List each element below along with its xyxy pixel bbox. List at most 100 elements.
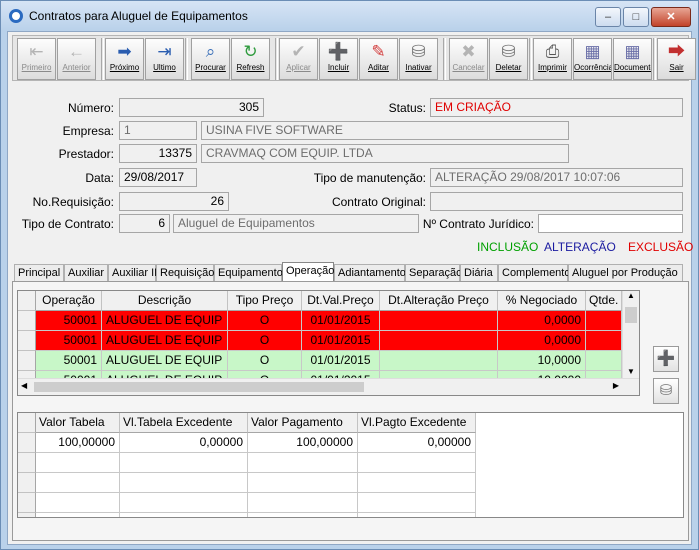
deactivate-button[interactable]: ⛁ Inativar xyxy=(399,38,438,80)
contrato-original-field[interactable] xyxy=(430,192,683,211)
print-button[interactable]: ⎙ Imprimir xyxy=(533,38,572,80)
row-indicator[interactable] xyxy=(18,513,36,517)
grid-cell[interactable] xyxy=(586,331,622,351)
scroll-down-icon[interactable]: ▼ xyxy=(623,367,639,376)
grid-header[interactable]: Valor Tabela xyxy=(36,413,120,433)
tab-aluguel-por-produ-o[interactable]: Aluguel por Produção xyxy=(568,264,683,281)
maximize-button[interactable]: □ xyxy=(623,7,649,27)
grid-cell[interactable] xyxy=(358,513,476,517)
tab-auxiliar-ii[interactable]: Auxiliar II xyxy=(108,264,157,281)
scroll-thumb[interactable] xyxy=(34,382,364,392)
grid-cell[interactable] xyxy=(248,493,358,513)
row-indicator[interactable] xyxy=(18,433,36,453)
tab-adiantamento[interactable]: Adiantamento xyxy=(334,264,406,281)
tab-auxiliar-i[interactable]: Auxiliar I xyxy=(64,264,110,281)
grid-cell[interactable]: 0,0000 xyxy=(498,311,586,331)
tab-separa-o[interactable]: Separação xyxy=(405,264,462,281)
grid-cell[interactable]: 0,0000 xyxy=(498,331,586,351)
data-field[interactable]: 29/08/2017 xyxy=(119,168,197,187)
grid-cell[interactable] xyxy=(120,473,248,493)
tab-requisi-o[interactable]: Requisição xyxy=(156,264,214,281)
tab-opera-o[interactable]: Operação xyxy=(282,262,334,282)
grid-cell[interactable] xyxy=(586,351,622,371)
scroll-up-icon[interactable]: ▲ xyxy=(623,291,639,305)
grid-cell[interactable]: O xyxy=(228,351,302,371)
tab-principal[interactable]: Principal xyxy=(14,264,64,281)
grid-cell[interactable]: 01/01/2015 xyxy=(302,351,380,371)
grid-cell[interactable]: 50001 xyxy=(36,311,102,331)
grid-cell[interactable] xyxy=(380,331,498,351)
row-indicator[interactable] xyxy=(18,311,36,331)
grid-cell[interactable] xyxy=(380,351,498,371)
delete-button[interactable]: ⛁ Deletar xyxy=(489,38,528,80)
horizontal-scrollbar[interactable]: ◀ ▶ xyxy=(18,378,639,395)
tab-di-ria[interactable]: Diária xyxy=(460,264,498,281)
grid-cell[interactable]: ALUGUEL DE EQUIP xyxy=(102,351,228,371)
include-button[interactable]: ➕ Incluir xyxy=(319,38,358,80)
close-button[interactable]: ✕ xyxy=(651,7,691,27)
grid-header[interactable]: Descrição xyxy=(102,291,228,311)
grid-header[interactable]: Operação xyxy=(36,291,102,311)
delete-icon[interactable]: ⛁ xyxy=(653,378,679,404)
row-indicator[interactable] xyxy=(18,453,36,473)
grid-cell[interactable]: 01/01/2015 xyxy=(302,331,380,351)
grid-cell[interactable] xyxy=(36,493,120,513)
occurrence-button[interactable]: ▦ Ocorrência xyxy=(573,38,612,80)
apply-button[interactable]: ✔ Aplicar xyxy=(279,38,318,80)
grid-header[interactable]: Qtde. xyxy=(586,291,622,311)
grid-cell[interactable]: ALUGUEL DE EQUIP xyxy=(102,311,228,331)
grid-header[interactable]: % Negociado xyxy=(498,291,586,311)
previous-button[interactable]: ← Anterior xyxy=(57,38,96,80)
tab-equipamento[interactable]: Equipamento xyxy=(214,264,283,281)
grid-cell[interactable] xyxy=(380,311,498,331)
grid-cell[interactable] xyxy=(248,473,358,493)
prestador-name-field[interactable]: CRAVMAQ COM EQUIP. LTDA xyxy=(201,144,569,163)
grid-header[interactable]: Tipo Preço xyxy=(228,291,302,311)
numero-field[interactable]: 305 xyxy=(119,98,264,117)
grid-cell[interactable]: 100,00000 xyxy=(36,433,120,453)
grid-cell[interactable]: O xyxy=(228,331,302,351)
next-button[interactable]: ➡ Próximo xyxy=(105,38,144,80)
grid-cell[interactable] xyxy=(120,453,248,473)
scroll-left-icon[interactable]: ◀ xyxy=(21,381,27,390)
grid-cell[interactable] xyxy=(36,473,120,493)
grid-cell[interactable]: 100,00000 xyxy=(248,433,358,453)
operacao-grid[interactable]: Operação Descrição Tipo Preço Dt.Val.Preço D… xyxy=(17,290,640,396)
tab-complemento[interactable]: Complemento xyxy=(498,264,570,281)
grid-cell[interactable]: O xyxy=(228,311,302,331)
status-field[interactable]: EM CRIAÇÃO xyxy=(430,98,683,117)
last-button[interactable]: ⇥ Ultimo xyxy=(145,38,184,80)
tipo-contrato-name-field[interactable]: Aluguel de Equipamentos xyxy=(173,214,419,233)
grid-cell[interactable]: 50001 xyxy=(36,331,102,351)
norequisicao-field[interactable]: 26 xyxy=(119,192,229,211)
scroll-thumb[interactable] xyxy=(625,307,637,323)
grid-header[interactable]: Dt.Val.Preço xyxy=(302,291,380,311)
search-button[interactable]: ⌕ Procurar xyxy=(191,38,230,80)
grid-cell[interactable] xyxy=(248,453,358,473)
grid-cell[interactable]: 10,0000 xyxy=(498,351,586,371)
grid-cell[interactable]: 0,00000 xyxy=(358,433,476,453)
tipo-manutencao-field[interactable]: ALTERAÇÃO 29/08/2017 10:07:06 xyxy=(430,168,683,187)
grid-cell[interactable] xyxy=(120,513,248,517)
valores-grid[interactable]: Valor Tabela Vl.Tabela Excedente Valor Pag… xyxy=(17,412,684,518)
prestador-code-field[interactable]: 13375 xyxy=(119,144,197,163)
vertical-scrollbar[interactable]: ▲ ▼ xyxy=(622,291,639,378)
row-indicator[interactable] xyxy=(18,473,36,493)
empresa-code-field[interactable]: 1 xyxy=(119,121,197,140)
grid-header[interactable]: Valor Pagamento xyxy=(248,413,358,433)
grid-header[interactable]: Dt.Alteração Preço xyxy=(380,291,498,311)
grid-header[interactable]: Vl.Tabela Excedente xyxy=(120,413,248,433)
add-icon[interactable]: ➕ xyxy=(653,346,679,372)
grid-cell[interactable]: ALUGUEL DE EQUIP xyxy=(102,331,228,351)
document-button[interactable]: ▦ Documento xyxy=(613,38,652,80)
grid-header[interactable]: Vl.Pagto Excedente xyxy=(358,413,476,433)
grid-cell[interactable]: 50001 xyxy=(36,351,102,371)
exit-button[interactable]: ⮕ Sair xyxy=(657,38,696,80)
minimize-button[interactable]: – xyxy=(595,7,621,27)
grid-cell[interactable] xyxy=(120,493,248,513)
grid-cell[interactable] xyxy=(586,311,622,331)
contrato-juridico-field[interactable] xyxy=(538,214,683,233)
row-indicator[interactable] xyxy=(18,331,36,351)
grid-cell[interactable]: 0,00000 xyxy=(120,433,248,453)
empresa-name-field[interactable]: USINA FIVE SOFTWARE xyxy=(201,121,569,140)
